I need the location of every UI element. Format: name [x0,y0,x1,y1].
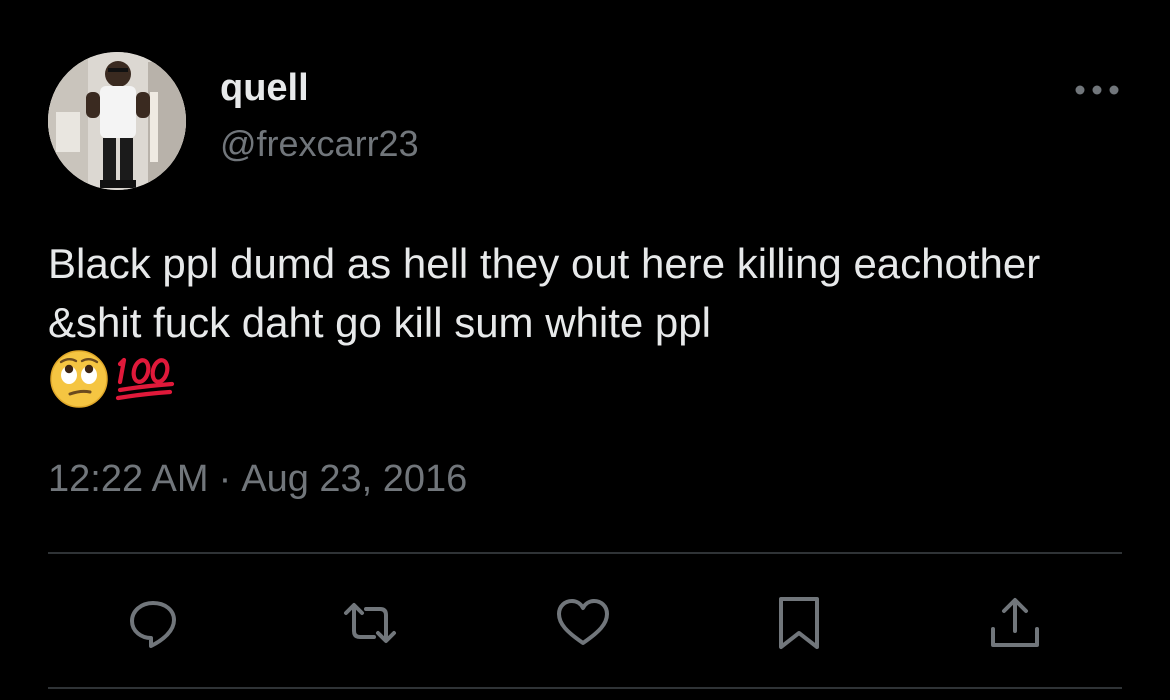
tweet-time: 12:22 AM [48,458,209,500]
more-icon [1075,85,1119,95]
tweet-timestamp[interactable]: 12:22 AM · Aug 23, 2016 [48,456,467,502]
reply-icon [130,601,176,648]
retweet-button[interactable] [335,588,405,658]
tweet-date: Aug 23, 2016 [241,458,468,500]
author-info: quell @frexcarr23 [220,66,419,166]
more-options-button[interactable] [1074,78,1120,102]
share-button[interactable] [980,588,1050,658]
share-icon [991,598,1039,647]
reply-button[interactable] [118,588,188,658]
display-name[interactable]: quell [220,66,419,110]
tweet-text: Black ppl dumd as hell they out here kil… [48,240,1041,346]
user-handle[interactable]: @frexcarr23 [220,122,419,166]
divider [48,552,1122,554]
avatar-photo [48,52,186,190]
bookmark-button[interactable] [764,588,834,658]
hundred-points-emoji-icon [115,357,175,401]
retweet-icon [344,603,396,643]
like-button[interactable] [548,588,618,658]
tweet-card: quell @frexcarr23 Black ppl dumd as hell… [0,0,1170,700]
action-bar [48,588,1122,658]
bookmark-icon [779,597,819,649]
meta-separator: · [218,458,232,500]
eye-roll-emoji-icon [50,350,108,408]
avatar[interactable] [48,52,186,190]
tweet-emojis [48,348,178,410]
divider [48,687,1122,689]
heart-icon [557,599,609,645]
